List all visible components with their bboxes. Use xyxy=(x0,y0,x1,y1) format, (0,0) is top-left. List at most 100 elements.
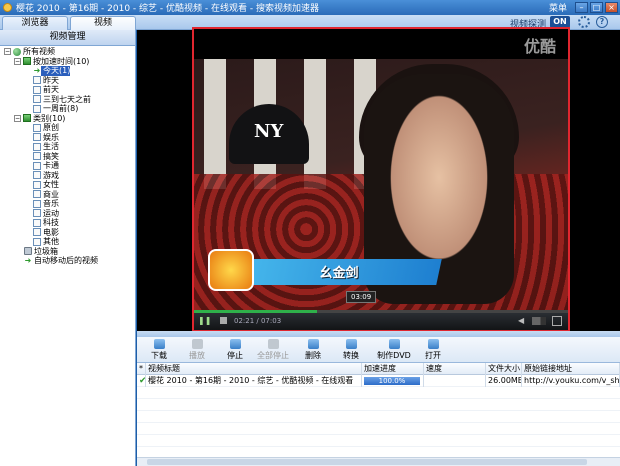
globe-icon xyxy=(13,47,21,56)
video-tree: − 所有视频 − 按加速时间(10) ➜ 今天(1) 昨天 前天 三到七天之前 … xyxy=(0,46,135,266)
film-icon xyxy=(33,237,41,246)
download-list-header: * 视频标题 加速进度 速度 文件大小 原始链接地址 xyxy=(137,362,620,375)
film-icon xyxy=(33,161,41,170)
horizontal-scrollbar[interactable] xyxy=(137,457,620,466)
gear-icon[interactable] xyxy=(578,16,590,28)
tree-node-movie[interactable]: 电影 xyxy=(0,228,135,238)
maximize-button[interactable]: □ xyxy=(590,2,603,13)
column-header-size[interactable]: 文件大小 xyxy=(486,362,522,375)
tree-label: 音乐 xyxy=(43,199,59,208)
tree-node-trash[interactable]: 垃圾箱 xyxy=(0,247,135,257)
menu-button[interactable]: 菜单 xyxy=(549,1,567,14)
open-button[interactable]: 打开 xyxy=(415,339,451,362)
film-icon xyxy=(33,190,41,199)
tree-node-3-7-days[interactable]: 三到七天之前 xyxy=(0,95,135,105)
stop-button[interactable]: 停止 xyxy=(217,339,253,362)
convert-button[interactable]: 转换 xyxy=(333,339,369,362)
tree-label: 女性 xyxy=(43,180,59,189)
scrollbar-thumb[interactable] xyxy=(147,459,587,465)
tree-node-entertainment[interactable]: 娱乐 xyxy=(0,133,135,143)
column-header-star[interactable]: * xyxy=(137,362,146,375)
volume-icon[interactable]: ◀ xyxy=(518,316,528,326)
download-toolbar: 下载 播放 停止 全部停止 删除 转换 制作DVD 打开 xyxy=(137,337,620,363)
stop-icon[interactable] xyxy=(220,317,227,324)
tree-node-game[interactable]: 游戏 xyxy=(0,171,135,181)
video-player-frame[interactable]: 优酷 NY 幺金剑 03:09 ❚❚ 02:21 / 07:03 ◀ xyxy=(192,27,570,332)
minimize-button[interactable]: – xyxy=(575,2,588,13)
tree-label: 商业 xyxy=(43,189,59,199)
pause-icon[interactable]: ❚❚ xyxy=(198,316,211,326)
tree-label: 科技 xyxy=(43,218,59,227)
tree-node-cartoon[interactable]: 卡通 xyxy=(0,161,135,171)
tree-node-by-time[interactable]: − 按加速时间(10) xyxy=(0,57,135,67)
film-icon xyxy=(33,133,41,142)
tree-label: 类别(10) xyxy=(33,113,66,123)
convert-icon xyxy=(345,339,357,349)
arrow-icon: ➜ xyxy=(24,255,32,265)
delete-button[interactable]: 删除 xyxy=(295,339,331,362)
tree-label: 原创 xyxy=(43,123,59,132)
play-icon xyxy=(191,339,203,349)
download-button[interactable]: 下载 xyxy=(141,339,177,362)
fullscreen-icon[interactable] xyxy=(552,316,562,326)
open-label: 打开 xyxy=(425,351,441,360)
tree-node-other[interactable]: 其他 xyxy=(0,237,135,247)
column-header-url[interactable]: 原始链接地址 xyxy=(522,362,620,375)
column-header-speed[interactable]: 速度 xyxy=(424,362,486,375)
youku-watermark: 优酷 xyxy=(523,37,556,56)
tab-video[interactable]: 视频 xyxy=(70,16,136,30)
tree-node-category[interactable]: − 类别(10) xyxy=(0,114,135,124)
title-cell: 樱花 2010 - 第16期 - 2010 - 综艺 - 优酷视频 - 在线观看 xyxy=(146,374,362,387)
seek-bar[interactable] xyxy=(194,310,568,313)
tree-node-women[interactable]: 女性 xyxy=(0,180,135,190)
column-header-title[interactable]: 视频标题 xyxy=(146,362,362,375)
tree-node-auto-moved[interactable]: ➜ 自动移动后的视频 xyxy=(0,256,135,266)
tree-label: 前天 xyxy=(43,85,59,94)
column-header-progress[interactable]: 加速进度 xyxy=(362,362,424,375)
collapse-icon[interactable]: − xyxy=(4,48,11,56)
volume-slider[interactable] xyxy=(532,317,546,325)
stop-all-button[interactable]: 全部停止 xyxy=(255,339,291,362)
tree-node-original[interactable]: 原创 xyxy=(0,123,135,133)
help-icon[interactable]: ? xyxy=(596,16,608,28)
collapse-icon[interactable]: − xyxy=(14,114,21,122)
tree-node-business[interactable]: 商业 xyxy=(0,190,135,200)
app-icon xyxy=(3,3,12,12)
tree-label: 运动 xyxy=(43,208,59,218)
url-cell: http://v.youku.com/v_sho xyxy=(524,374,620,387)
play-button[interactable]: 播放 xyxy=(179,339,215,362)
background-stripe xyxy=(204,59,226,189)
tree-node-life[interactable]: 生活 xyxy=(0,142,135,152)
collapse-icon[interactable]: − xyxy=(14,57,21,65)
cap-logo: NY xyxy=(254,121,284,142)
film-icon xyxy=(33,171,41,180)
tree-node-all[interactable]: − 所有视频 xyxy=(0,47,135,57)
tree-node-sports[interactable]: 运动 xyxy=(0,209,135,219)
folder-icon xyxy=(23,57,31,66)
trash-icon xyxy=(24,247,32,256)
tree-label: 按加速时间(10) xyxy=(33,56,90,66)
film-icon xyxy=(33,142,41,151)
tree-label: 昨天 xyxy=(43,75,59,85)
film-icon xyxy=(33,209,41,218)
video-frame-image[interactable]: NY 幺金剑 xyxy=(194,59,568,312)
stop-label: 停止 xyxy=(227,351,243,360)
progress-bar: 100.0% xyxy=(364,376,420,385)
tree-node-tech[interactable]: 科技 xyxy=(0,218,135,228)
make-dvd-button[interactable]: 制作DVD xyxy=(373,339,415,362)
tree-node-yesterday[interactable]: 昨天 xyxy=(0,76,135,86)
tree-node-funny[interactable]: 搞笑 xyxy=(0,152,135,162)
table-row[interactable]: ✔ 樱花 2010 - 第16期 - 2010 - 综艺 - 优酷视频 - 在线… xyxy=(137,374,620,387)
delete-label: 删除 xyxy=(305,351,321,360)
tab-browser[interactable]: 浏览器 xyxy=(2,16,68,30)
tree-label: 三到七天之前 xyxy=(43,94,91,104)
tree-node-today[interactable]: ➜ 今天(1) xyxy=(0,66,135,76)
tree-node-music[interactable]: 音乐 xyxy=(0,199,135,209)
seek-bar-fill xyxy=(194,310,318,313)
close-button[interactable]: × xyxy=(605,2,618,13)
convert-label: 转换 xyxy=(343,351,359,360)
tree-node-day-before[interactable]: 前天 xyxy=(0,85,135,95)
size-cell: 26.00MB xyxy=(488,374,522,387)
tree-node-week-ago[interactable]: 一周前(8) xyxy=(0,104,135,114)
stop-all-label: 全部停止 xyxy=(257,351,289,360)
